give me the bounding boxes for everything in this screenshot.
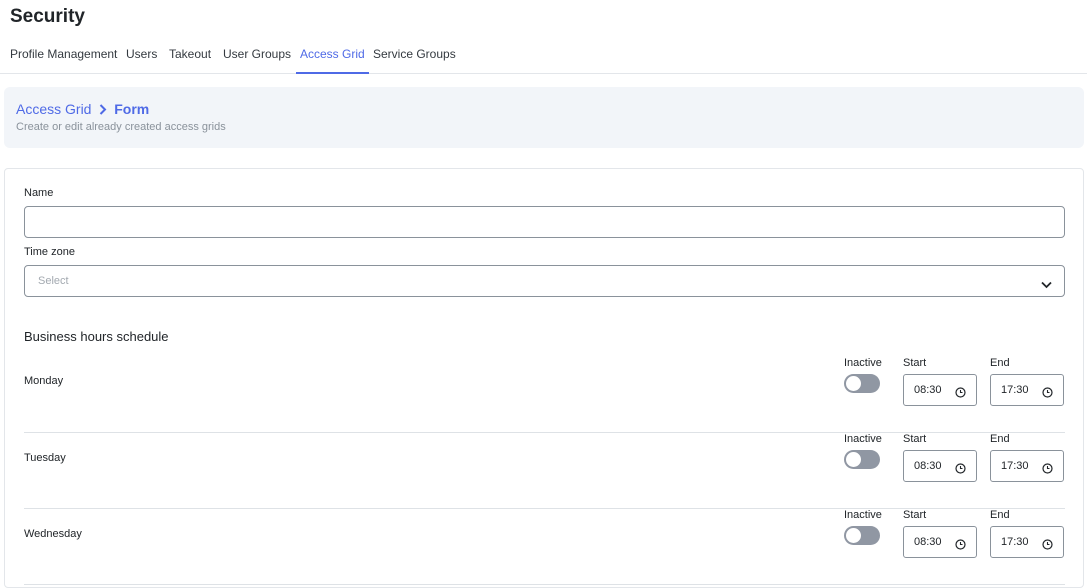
active-toggle[interactable] (844, 526, 880, 545)
tab-takeout[interactable]: Takeout (169, 40, 211, 74)
breadcrumb-parent-link[interactable]: Access Grid (16, 101, 91, 117)
timezone-label: Time zone (24, 246, 75, 258)
end-label: End (990, 357, 1010, 369)
name-input[interactable] (24, 206, 1065, 238)
page-subtitle: Create or edit already created access gr… (16, 121, 226, 133)
chevron-down-icon (1041, 276, 1052, 294)
access-grid-form: Name Time zone Select Business hours sch… (4, 168, 1084, 588)
clock-icon[interactable] (955, 461, 966, 479)
end-time-input[interactable]: 17:30 (990, 526, 1064, 558)
toggle-knob (846, 376, 861, 391)
status-label: Inactive (844, 433, 882, 445)
end-time-value: 17:30 (1001, 384, 1029, 396)
start-label: Start (903, 357, 927, 369)
tab-access-grid[interactable]: Access Grid (296, 40, 369, 74)
timezone-select[interactable]: Select (24, 265, 1065, 297)
name-label: Name (24, 187, 54, 199)
end-time-value: 17:30 (1001, 460, 1029, 472)
start-time-value: 08:30 (914, 460, 942, 472)
end-time-value: 17:30 (1001, 536, 1029, 548)
toggle-knob (846, 452, 861, 467)
status-label: Inactive (844, 357, 882, 369)
tab-bar: Profile Management Users Takeout User Gr… (0, 40, 1087, 74)
start-time-input[interactable]: 08:30 (903, 526, 977, 558)
start-label: Start (903, 433, 927, 445)
day-name: Monday (24, 375, 64, 387)
start-time-value: 08:30 (914, 536, 942, 548)
schedule-row-tuesday: Tuesday Inactive Start End 08:30 17:30 (24, 433, 1065, 509)
tab-user-groups[interactable]: User Groups (223, 40, 291, 74)
day-name: Wednesday (24, 528, 82, 540)
schedule-title: Business hours schedule (24, 329, 169, 344)
breadcrumb: Access Grid Form (16, 101, 149, 118)
chevron-right-icon (99, 102, 107, 118)
tab-profile-management[interactable]: Profile Management (10, 40, 117, 74)
clock-icon[interactable] (955, 537, 966, 555)
schedule-row-wednesday: Wednesday Inactive Start End 08:30 17:30 (24, 509, 1065, 585)
active-toggle[interactable] (844, 374, 880, 393)
start-time-value: 08:30 (914, 384, 942, 396)
end-label: End (990, 433, 1010, 445)
tab-users[interactable]: Users (126, 40, 157, 74)
end-time-input[interactable]: 17:30 (990, 450, 1064, 482)
end-label: End (990, 509, 1010, 521)
clock-icon[interactable] (955, 385, 966, 403)
tab-service-groups[interactable]: Service Groups (373, 40, 456, 74)
start-time-input[interactable]: 08:30 (903, 374, 977, 406)
start-label: Start (903, 509, 927, 521)
breadcrumb-current: Form (114, 101, 150, 117)
status-label: Inactive (844, 509, 882, 521)
page-title: Security (10, 6, 85, 27)
page-header-card: Access Grid Form Create or edit already … (4, 87, 1084, 148)
start-time-input[interactable]: 08:30 (903, 450, 977, 482)
clock-icon[interactable] (1042, 385, 1053, 403)
toggle-knob (846, 528, 861, 543)
active-toggle[interactable] (844, 450, 880, 469)
schedule-row-monday: Monday Inactive Start End 08:30 17:30 (24, 357, 1065, 433)
clock-icon[interactable] (1042, 537, 1053, 555)
clock-icon[interactable] (1042, 461, 1053, 479)
timezone-select-value: Select (38, 275, 69, 287)
day-name: Tuesday (24, 452, 66, 464)
end-time-input[interactable]: 17:30 (990, 374, 1064, 406)
